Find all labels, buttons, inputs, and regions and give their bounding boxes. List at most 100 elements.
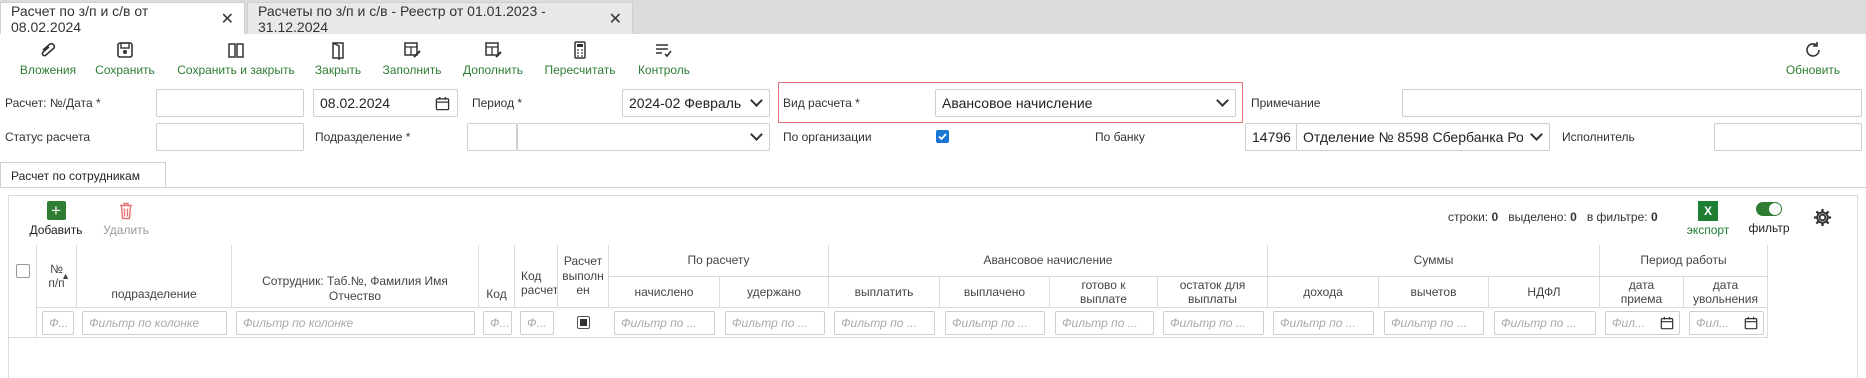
calc-type-value: Авансовое начисление xyxy=(942,95,1093,111)
filter-deductions[interactable]: Фильтр по ... xyxy=(1384,311,1484,335)
filter-hire[interactable]: Фил... xyxy=(1605,311,1680,335)
group-calc: По расчету xyxy=(609,245,829,277)
col-income-label: дохода xyxy=(1303,284,1343,299)
note-input[interactable] xyxy=(1402,89,1862,117)
delete-button[interactable]: Удалить xyxy=(100,201,152,237)
col-pay[interactable]: выплатить xyxy=(829,277,940,308)
col-employee[interactable]: Сотрудник: Таб.№, Фамилия Имя Отчество xyxy=(232,245,479,308)
close-icon[interactable]: ✕ xyxy=(609,9,622,29)
bank-code-input[interactable]: 14796 xyxy=(1245,123,1297,151)
refresh-label: Обновить xyxy=(1785,63,1841,77)
calendar-icon[interactable] xyxy=(1744,316,1758,330)
close-button[interactable]: Закрыть xyxy=(313,40,363,80)
save-button[interactable]: Сохранить xyxy=(92,40,158,80)
close-icon[interactable]: ✕ xyxy=(221,9,234,29)
tab-bar: Расчет по з/п и с/в от 08.02.2024 ✕ Расч… xyxy=(0,0,1866,35)
group-calc-label: По расчету xyxy=(687,253,750,268)
supplement-button[interactable]: Дополнить xyxy=(460,40,526,80)
grid-stats: строки: 0 выделено: 0 в фильтре: 0 xyxy=(1448,210,1658,224)
col-deductions[interactable]: вычетов xyxy=(1379,277,1489,308)
calendar-icon[interactable] xyxy=(435,96,450,111)
filter-num[interactable]: Ф... xyxy=(42,311,74,335)
save-close-label: Сохранить и закрыть xyxy=(177,63,295,77)
col-division[interactable]: подразделение xyxy=(77,245,232,308)
filter-paid[interactable]: Фильтр по ... xyxy=(945,311,1045,335)
date-value: 08.02.2024 xyxy=(320,95,391,111)
filter-income[interactable]: Фильтр по ... xyxy=(1273,311,1374,335)
fill-label: Заполнить xyxy=(382,63,442,77)
filter-withheld[interactable]: Фильтр по ... xyxy=(725,311,825,335)
division-select[interactable] xyxy=(517,123,770,151)
col-ndfl[interactable]: НДФЛ xyxy=(1489,277,1600,308)
indeterminate-icon xyxy=(580,319,587,326)
rows-label: строки: xyxy=(1448,210,1489,224)
col-rest[interactable]: остаток для выплаты xyxy=(1158,277,1268,308)
chevron-down-icon xyxy=(750,128,763,141)
filter-toggle[interactable]: фильтр xyxy=(1747,202,1791,235)
executor-input[interactable] xyxy=(1714,123,1862,151)
filter-calc-done-checkbox[interactable] xyxy=(577,316,590,329)
by-org-checkbox[interactable] xyxy=(936,130,949,143)
filter-fire[interactable]: Фил... xyxy=(1689,311,1764,335)
attachments-label: Вложения xyxy=(19,63,77,77)
save-close-button[interactable]: Сохранить и закрыть xyxy=(175,40,297,80)
col-code-calc[interactable]: Код расчета xyxy=(515,245,558,308)
gear-icon[interactable] xyxy=(1813,208,1832,227)
calendar-icon[interactable] xyxy=(1660,316,1674,330)
col-hire[interactable]: дата приема xyxy=(1600,277,1684,308)
attachments-button[interactable]: Вложения xyxy=(18,40,78,80)
recalc-button[interactable]: Пересчитать xyxy=(542,40,618,80)
filter-division[interactable]: Фильтр по колонке xyxy=(82,311,227,335)
col-income[interactable]: дохода xyxy=(1268,277,1379,308)
date-input[interactable]: 08.02.2024 xyxy=(313,89,458,117)
chevron-down-icon xyxy=(750,94,763,107)
filter-fire-text: Фил... xyxy=(1696,316,1729,330)
sort-asc-icon: ▲ xyxy=(61,271,70,281)
col-calc-done[interactable]: Расчет выполнен xyxy=(558,245,609,308)
period-select[interactable]: 2024-02 Февраль xyxy=(622,89,770,117)
filter-employee[interactable]: Фильтр по колонке xyxy=(236,311,475,335)
control-button[interactable]: Контроль xyxy=(634,40,694,80)
calculator-icon xyxy=(574,41,586,59)
tab-employees-calc[interactable]: Расчет по сотрудникам xyxy=(0,162,166,188)
col-fire[interactable]: дата увольнения xyxy=(1684,277,1768,308)
filter-accrued[interactable]: Фильтр по ... xyxy=(614,311,715,335)
rows-value: 0 xyxy=(1491,210,1499,224)
period-value: 2024-02 Февраль xyxy=(629,95,742,111)
col-paid[interactable]: выплачено xyxy=(940,277,1050,308)
division-code-input[interactable] xyxy=(467,123,517,151)
filter-hire-text: Фил... xyxy=(1612,316,1645,330)
refresh-button[interactable]: Обновить xyxy=(1782,40,1844,80)
filter-ndfl[interactable]: Фильтр по ... xyxy=(1494,311,1596,335)
col-calc-done-label: Расчет выполнен xyxy=(562,254,604,298)
tab-registry[interactable]: Расчеты по з/п и с/в - Реестр от 01.01.2… xyxy=(247,2,633,35)
col-accrued[interactable]: начислено xyxy=(609,277,720,308)
division-label: Подразделение * xyxy=(315,130,411,144)
col-ndfl-label: НДФЛ xyxy=(1527,284,1561,299)
bank-select[interactable]: Отделение № 8598 Сбербанка Рос xyxy=(1296,123,1550,151)
col-rest-label: остаток для выплаты xyxy=(1179,277,1246,306)
col-num[interactable]: № п/п ▲ xyxy=(37,245,77,308)
col-division-label: подразделение xyxy=(111,286,197,301)
filter-code-calc[interactable]: Ф... xyxy=(520,311,554,335)
filter-code[interactable]: Ф... xyxy=(483,311,512,335)
col-withheld[interactable]: удержано xyxy=(720,277,829,308)
filter-rest[interactable]: Фильтр по ... xyxy=(1163,311,1264,335)
book-icon xyxy=(228,43,244,58)
col-code[interactable]: Код xyxy=(479,245,515,308)
number-input[interactable] xyxy=(156,89,304,117)
col-fire-label: дата увольнения xyxy=(1692,277,1759,306)
col-paid-label: выплачено xyxy=(963,284,1026,299)
col-ready-label: готово к выплате xyxy=(1080,277,1127,306)
calc-type-select[interactable]: Авансовое начисление xyxy=(935,89,1236,117)
group-advance: Авансовое начисление xyxy=(829,245,1268,277)
export-button[interactable]: X экспорт xyxy=(1686,201,1730,237)
fill-button[interactable]: Заполнить xyxy=(380,40,444,80)
tab-calculation[interactable]: Расчет по з/п и с/в от 08.02.2024 ✕ xyxy=(0,2,245,35)
filter-pay[interactable]: Фильтр по ... xyxy=(834,311,935,335)
filter-ready[interactable]: Фильтр по ... xyxy=(1055,311,1154,335)
col-ready[interactable]: готово к выплате xyxy=(1050,277,1158,308)
select-all-checkbox[interactable] xyxy=(15,264,30,278)
status-input[interactable] xyxy=(156,123,304,151)
add-button[interactable]: + Добавить xyxy=(28,201,84,237)
